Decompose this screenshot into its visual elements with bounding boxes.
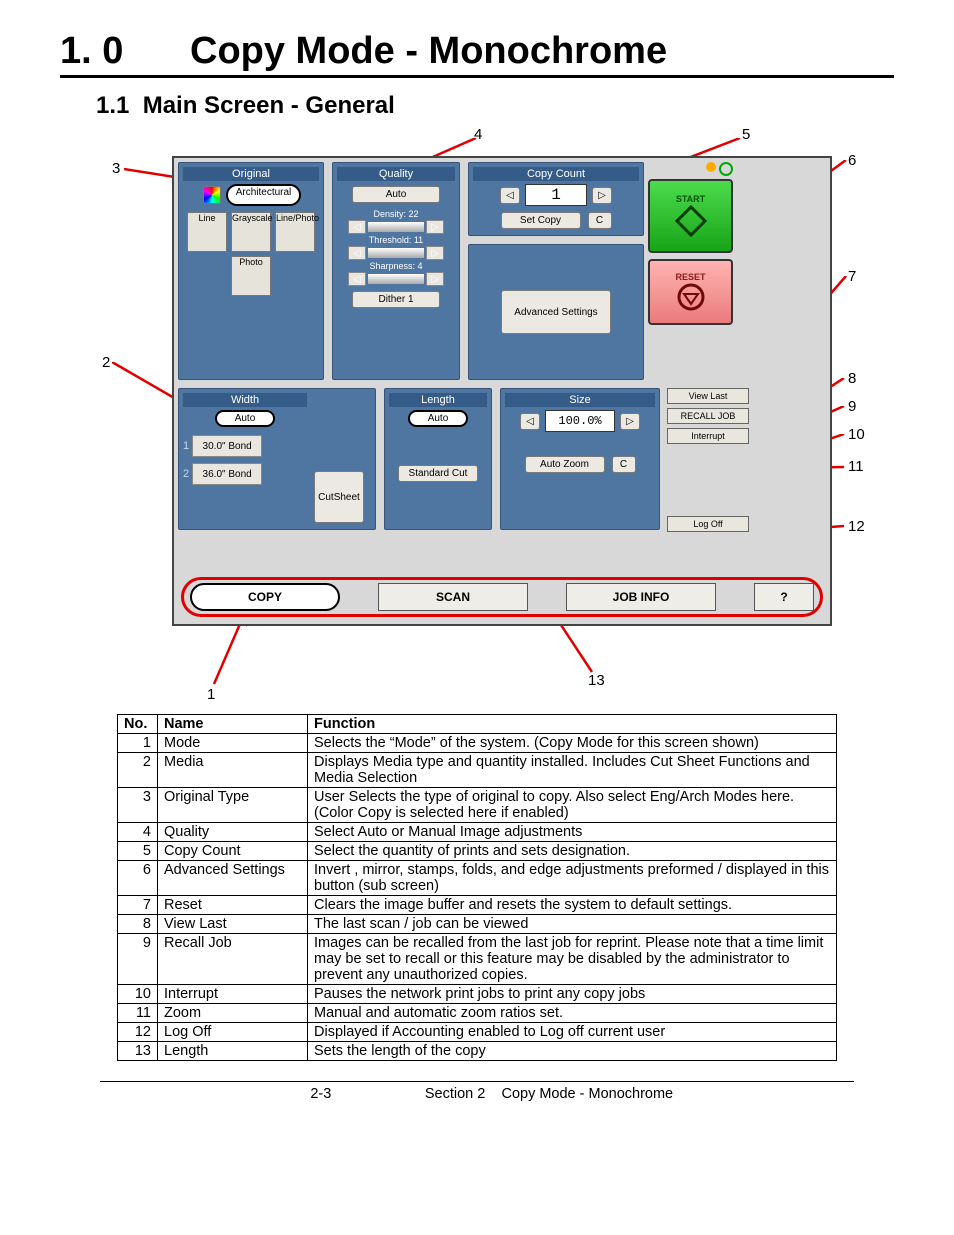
mode-scan[interactable]: SCAN [378, 583, 528, 611]
arch-toggle[interactable]: Architectural [226, 184, 302, 206]
auto-zoom-button[interactable]: Auto Zoom [525, 456, 605, 473]
table-header: No. Name Function [118, 715, 837, 734]
length-auto[interactable]: Auto [408, 410, 468, 427]
copy-count-title: Copy Count [473, 167, 639, 181]
length-panel: Length Auto Standard Cut [384, 388, 492, 530]
cutsheet-button[interactable]: CutSheet [314, 471, 364, 523]
roll2-button[interactable]: 36.0" Bond [192, 463, 262, 485]
table-row: 11ZoomManual and automatic zoom ratios s… [118, 1004, 837, 1023]
width-title: Width [183, 393, 307, 407]
callout-7: 7 [848, 268, 856, 285]
dither-button[interactable]: Dither 1 [352, 291, 440, 308]
reset-button[interactable]: RESET [648, 259, 733, 325]
mode-copy[interactable]: COPY [190, 583, 340, 611]
size-inc[interactable]: ▷ [620, 413, 640, 430]
mode-grayscale[interactable]: Grayscale [231, 212, 271, 252]
length-title: Length [389, 393, 487, 407]
reset-icon [676, 282, 706, 312]
table-row: 8View LastThe last scan / job can be vie… [118, 915, 837, 934]
threshold-label: Threshold: 11 [337, 235, 455, 245]
interrupt-button[interactable]: Interrupt [667, 428, 749, 444]
start-icon [674, 204, 708, 238]
spec-table: No. Name Function 1ModeSelects the “Mode… [117, 714, 837, 1061]
size-clear[interactable]: C [612, 456, 636, 473]
power-icon [719, 162, 733, 176]
mode-photo[interactable]: Photo [231, 256, 271, 296]
density-slider[interactable]: ◁▷ [337, 220, 455, 234]
copy-count-panel: Copy Count ◁ 1 ▷ Set Copy C [468, 162, 644, 236]
start-button[interactable]: START [648, 179, 733, 253]
quality-panel: Quality Auto Density: 22 ◁▷ Threshold: 1… [332, 162, 460, 380]
advanced-settings-panel: Advanced Settings [468, 244, 644, 380]
section-title: 1.1 Main Screen - General [96, 92, 894, 120]
callout-10: 10 [848, 426, 865, 443]
roll2-num: 2 [183, 468, 189, 480]
mode-bar: COPY SCAN JOB INFO ? [181, 577, 823, 617]
device-screen: Original Architectural Line Grayscale Li… [172, 156, 832, 626]
callout-9: 9 [848, 398, 856, 415]
advanced-settings-button[interactable]: Advanced Settings [501, 290, 611, 334]
roll1-button[interactable]: 30.0" Bond [192, 435, 262, 457]
page-title: 1. 0Copy Mode - Monochrome [60, 30, 894, 78]
page-footer: 2-3 Section 2 Copy Mode - Monochrome [100, 1081, 854, 1102]
table-row: 12Log OffDisplayed if Accounting enabled… [118, 1023, 837, 1042]
size-dec[interactable]: ◁ [520, 413, 540, 430]
annotated-diagram: 4 5 6 3 7 2 8 9 10 11 12 13 1 Original A… [82, 126, 872, 706]
mode-line-photo[interactable]: Line/Photo [275, 212, 315, 252]
mode-line[interactable]: Line [187, 212, 227, 252]
callout-2: 2 [102, 354, 110, 371]
threshold-slider[interactable]: ◁▷ [337, 246, 455, 260]
table-row: 5Copy CountSelect the quantity of prints… [118, 842, 837, 861]
status-led-icon [706, 162, 716, 172]
set-copy-button[interactable]: Set Copy [501, 212, 581, 229]
callout-8: 8 [848, 370, 856, 387]
sharpness-label: Sharpness: 4 [337, 261, 455, 271]
table-row: 4QualitySelect Auto or Manual Image adju… [118, 823, 837, 842]
original-panel: Original Architectural Line Grayscale Li… [178, 162, 324, 380]
callout-6: 6 [848, 152, 856, 169]
count-value: 1 [525, 184, 587, 206]
roll1-num: 1 [183, 440, 189, 452]
callout-13: 13 [588, 672, 605, 689]
mode-help[interactable]: ? [754, 583, 814, 611]
table-row: 1ModeSelects the “Mode” of the system. (… [118, 734, 837, 753]
size-title: Size [505, 393, 655, 407]
callout-3: 3 [112, 160, 120, 177]
table-row: 2MediaDisplays Media type and quantity i… [118, 753, 837, 788]
count-dec[interactable]: ◁ [500, 187, 520, 204]
density-label: Density: 22 [337, 209, 455, 219]
recall-job-button[interactable]: RECALL JOB [667, 408, 749, 424]
table-row: 7ResetClears the image buffer and resets… [118, 896, 837, 915]
count-inc[interactable]: ▷ [592, 187, 612, 204]
original-title: Original [183, 167, 319, 181]
size-value: 100.0% [545, 410, 615, 432]
callout-5: 5 [742, 126, 750, 143]
width-auto[interactable]: Auto [215, 410, 275, 427]
table-row: 9Recall JobImages can be recalled from t… [118, 934, 837, 985]
color-wheel-icon[interactable] [203, 186, 221, 204]
log-off-button[interactable]: Log Off [667, 516, 749, 532]
callout-1: 1 [207, 686, 215, 703]
count-clear[interactable]: C [588, 212, 612, 229]
table-row: 10InterruptPauses the network print jobs… [118, 985, 837, 1004]
callout-11: 11 [848, 458, 864, 475]
callout-12: 12 [848, 518, 865, 535]
table-row: 13LengthSets the length of the copy [118, 1042, 837, 1061]
quality-title: Quality [337, 167, 455, 181]
width-panel: Width Auto 1 30.0" Bond 2 36.0" Bond Cut… [178, 388, 376, 530]
table-row: 3Original TypeUser Selects the type of o… [118, 788, 837, 823]
standard-cut-button[interactable]: Standard Cut [398, 465, 478, 482]
view-last-button[interactable]: View Last [667, 388, 749, 404]
sharpness-slider[interactable]: ◁▷ [337, 272, 455, 286]
table-row: 6Advanced SettingsInvert , mirror, stamp… [118, 861, 837, 896]
mode-job-info[interactable]: JOB INFO [566, 583, 716, 611]
size-panel: Size ◁ 100.0% ▷ Auto Zoom C [500, 388, 660, 530]
quality-auto[interactable]: Auto [352, 186, 440, 203]
